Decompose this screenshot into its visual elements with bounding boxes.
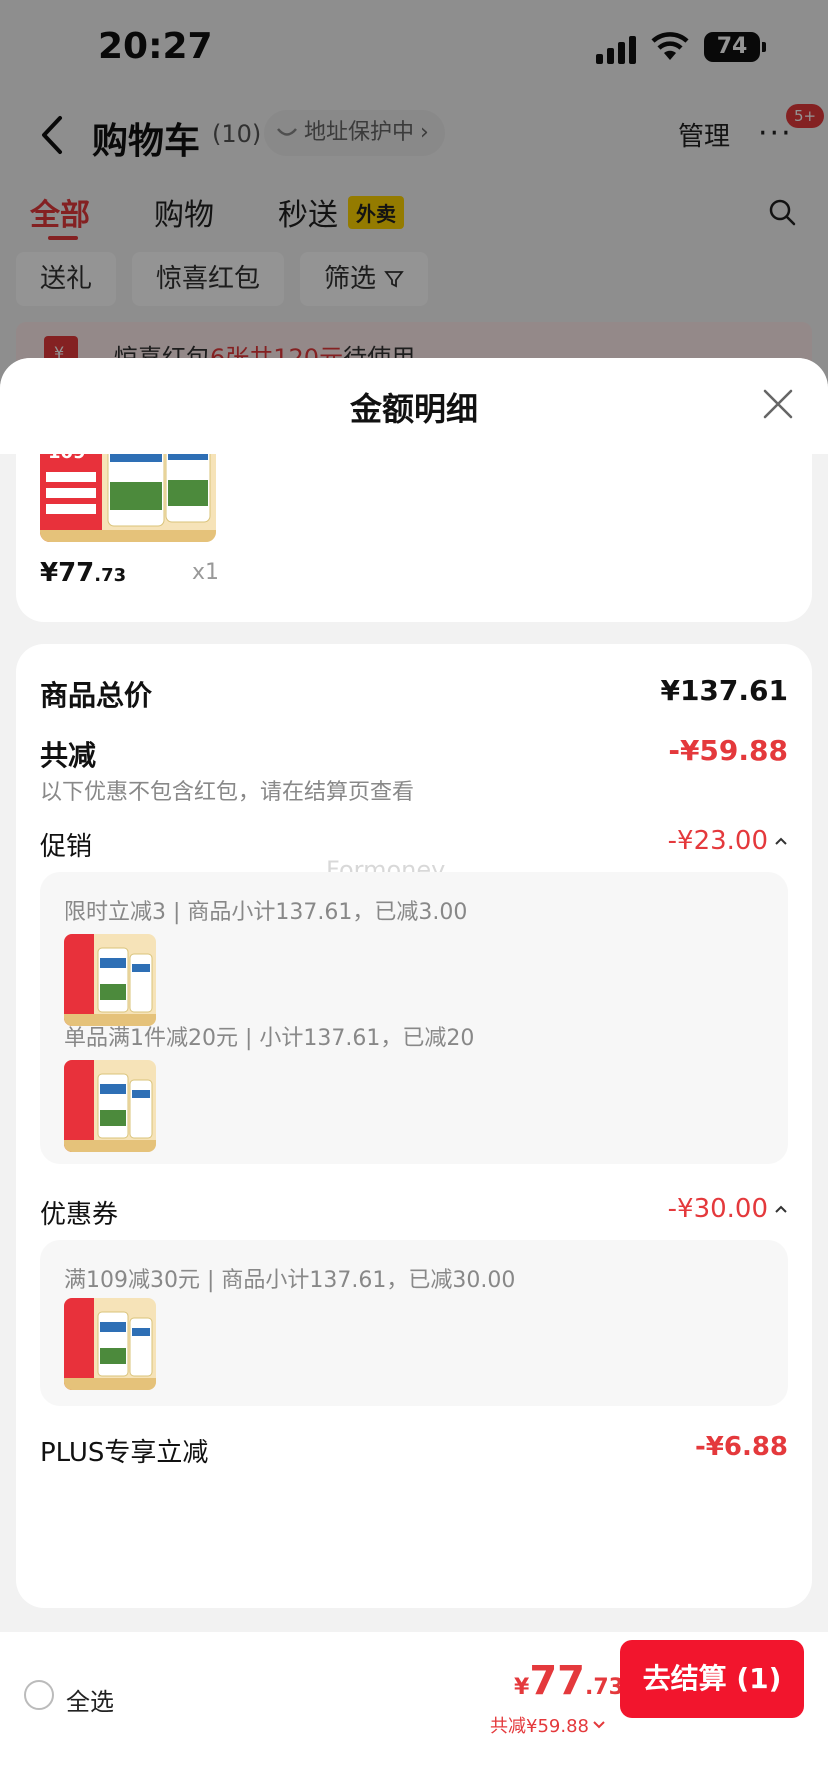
thumb-price-label: 109 bbox=[48, 454, 86, 463]
promotion-label: 促销 bbox=[40, 832, 93, 862]
price-breakdown-card: 商品总价 ¥137.61 共减 -¥59.88 以下优惠不包含红包，请在结算页查… bbox=[16, 644, 812, 1608]
select-all-label[interactable]: 全选 bbox=[66, 1682, 114, 1717]
promotion-detail-1: 限时立减3 | 商品小计137.61，已减3.00 bbox=[64, 900, 468, 925]
chevron-up-icon bbox=[775, 1205, 787, 1213]
select-all-radio[interactable] bbox=[24, 1680, 54, 1710]
plus-discount-label: PLUS专享立减 bbox=[40, 1438, 209, 1468]
product-quantity: x1 bbox=[192, 560, 220, 585]
promotion-detail-box: 限时立减3 | 商品小计137.61，已减3.00 单品满1件减20元 | 小计… bbox=[40, 872, 788, 1164]
coupon-label: 优惠券 bbox=[40, 1200, 119, 1230]
product-price-dec: .73 bbox=[94, 565, 127, 586]
coupon-detail-box: 满109减30元 | 商品小计137.61，已减30.00 bbox=[40, 1240, 788, 1406]
chevron-up-icon bbox=[775, 837, 787, 845]
promotion-detail-2: 单品满1件减20元 | 小计137.61，已减20 bbox=[64, 1026, 475, 1051]
total-amount: ¥77.73 bbox=[514, 1658, 624, 1704]
milk-powder-mini-image bbox=[64, 1060, 156, 1152]
total-decimal: .73 bbox=[584, 1675, 624, 1700]
product-card: 109 ¥77.73 x1 bbox=[16, 454, 812, 622]
product-price: ¥77.73 bbox=[40, 558, 126, 588]
milk-powder-mini-image bbox=[64, 1298, 156, 1390]
product-price-int: ¥77 bbox=[40, 558, 95, 588]
milk-powder-image: 109 bbox=[40, 454, 216, 542]
promotion-product-thumb-1[interactable] bbox=[64, 934, 156, 1026]
sheet-header: 金额明细 bbox=[0, 358, 828, 454]
promotion-product-thumb-2[interactable] bbox=[64, 1060, 156, 1152]
total-price-value: ¥137.61 bbox=[660, 674, 788, 707]
sheet-title: 金额明细 bbox=[349, 390, 478, 428]
promotion-value: -¥23.00 bbox=[667, 826, 768, 856]
chevron-down-icon bbox=[593, 1721, 605, 1729]
coupon-toggle[interactable]: -¥30.00 bbox=[668, 1194, 788, 1224]
total-discount-value: -¥59.88 bbox=[668, 734, 788, 767]
promotion-toggle[interactable]: -¥23.00 bbox=[668, 826, 788, 856]
milk-powder-mini-image bbox=[64, 934, 156, 1026]
total-discount-label: 共减 bbox=[40, 739, 97, 772]
checkout-bar: 全选 ¥77.73 共减¥59.88 去结算 (1) bbox=[0, 1632, 828, 1792]
saved-amount: 共减¥59.88 bbox=[490, 1716, 589, 1737]
close-icon[interactable] bbox=[762, 388, 794, 420]
amount-detail-sheet: 金额明细 109 ¥77.73 x1 bbox=[0, 358, 828, 1792]
coupon-value: -¥30.00 bbox=[667, 1194, 768, 1224]
total-integer: 77 bbox=[529, 1658, 585, 1704]
saved-amount-toggle[interactable]: 共减¥59.88 bbox=[490, 1712, 605, 1738]
discount-note: 以下优惠不包含红包，请在结算页查看 bbox=[40, 780, 415, 805]
coupon-detail-1: 满109减30元 | 商品小计137.61，已减30.00 bbox=[64, 1268, 516, 1293]
total-price-label: 商品总价 bbox=[40, 679, 153, 712]
product-thumbnail[interactable]: 109 bbox=[40, 454, 216, 542]
checkout-button[interactable]: 去结算 (1) bbox=[620, 1640, 804, 1718]
plus-discount-value: -¥6.88 bbox=[694, 1432, 788, 1462]
coupon-product-thumb[interactable] bbox=[64, 1298, 156, 1390]
total-currency: ¥ bbox=[514, 1675, 530, 1700]
